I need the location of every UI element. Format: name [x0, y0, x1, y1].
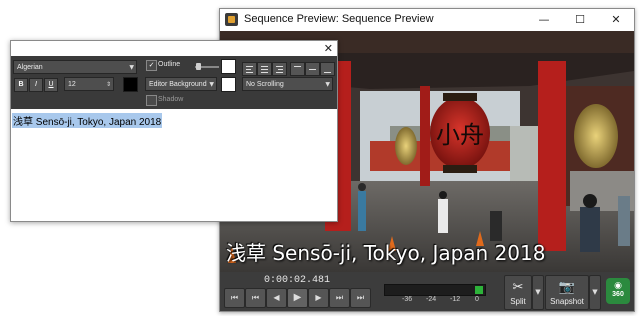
background-option: Editor Background [149, 81, 207, 88]
close-button[interactable]: ✕ [606, 11, 626, 29]
video-caption: 浅草 Sensō-ji, Tokyo, Japan 2018 [226, 241, 546, 265]
text-color-swatch[interactable] [123, 77, 138, 92]
meter-tick: -12 [450, 296, 461, 303]
globe-icon: ◉ [614, 281, 622, 291]
background-dropdown[interactable]: Editor Background ▼ [145, 77, 217, 91]
chevron-down-icon: ▼ [209, 81, 214, 88]
font-dropdown[interactable]: Algerian ▼ [13, 60, 137, 74]
valign-middle-button[interactable] [305, 62, 320, 76]
align-left-button[interactable] [242, 62, 257, 76]
text-format-toolbar: Algerian ▼ B I U 12 ⇕ ✓ Outline Editor B… [11, 56, 337, 109]
outline-width-slider[interactable] [195, 63, 219, 70]
go-to-end-button[interactable]: ⏭ [350, 288, 371, 308]
shadow-checkbox[interactable] [146, 95, 157, 106]
selected-text[interactable]: 浅草 Sensō-ji, Tokyo, Japan 2018 [12, 113, 163, 128]
360-label: 360 [612, 291, 624, 298]
meter-scale: -36 -24 -12 0 [384, 296, 484, 306]
previous-marker-button[interactable]: ⏮ [245, 288, 266, 308]
timecode: 0:00:02.481 [264, 275, 331, 286]
360-button[interactable]: ◉ 360 [606, 278, 630, 304]
text-editor-window: ✕ Algerian ▼ B I U 12 ⇕ ✓ Outline Editor… [10, 40, 338, 222]
italic-button[interactable]: I [29, 78, 43, 92]
spinner-icon: ⇕ [105, 81, 111, 88]
camera-icon: 📷 [558, 280, 576, 295]
split-label: Split [510, 297, 526, 306]
font-size-field[interactable]: 12 ⇕ [64, 77, 114, 91]
valign-top-button[interactable] [290, 62, 305, 76]
valign-bottom-button[interactable] [320, 62, 335, 76]
background-color-swatch[interactable] [221, 77, 236, 92]
split-dropdown-button[interactable]: ▼ [532, 275, 544, 310]
svg-text:小舟: 小舟 [436, 121, 484, 149]
meter-tick: -36 [402, 296, 413, 303]
meter-tick: 0 [475, 296, 479, 303]
font-name: Algerian [17, 64, 43, 71]
snapshot-dropdown-button[interactable]: ▼ [589, 275, 601, 310]
step-back-button[interactable]: ◀ [266, 288, 287, 308]
outline-label: Outline [158, 61, 181, 68]
minimize-button[interactable]: — [534, 11, 554, 29]
meter-tick: -24 [426, 296, 437, 303]
editor-close-button[interactable]: ✕ [324, 42, 333, 55]
window-title: Sequence Preview: Sequence Preview [244, 13, 434, 25]
meter-level [475, 286, 483, 294]
step-forward-button[interactable]: ▶ [308, 288, 329, 308]
slider-knob[interactable] [196, 63, 201, 70]
chevron-down-icon: ▼ [129, 64, 134, 71]
snapshot-button[interactable]: 📷 Snapshot [545, 275, 589, 310]
scrolling-option: No Scrolling [246, 81, 284, 88]
snapshot-label: Snapshot [550, 297, 584, 306]
align-center-button[interactable] [257, 62, 272, 76]
shadow-label: Shadow [158, 96, 184, 103]
maximize-button[interactable]: ☐ [570, 11, 590, 29]
bold-button[interactable]: B [14, 78, 28, 92]
font-size-value: 12 [68, 81, 76, 88]
outline-color-swatch[interactable] [221, 59, 236, 74]
split-button[interactable]: ✂ Split [504, 275, 532, 310]
outline-checkbox[interactable]: ✓ [146, 60, 157, 71]
scrolling-dropdown[interactable]: No Scrolling ▼ [242, 77, 333, 91]
editor-titlebar[interactable]: ✕ [11, 41, 337, 56]
audio-level-meter [384, 284, 486, 296]
chevron-down-icon: ▼ [325, 81, 330, 88]
preview-titlebar[interactable]: Sequence Preview: Sequence Preview — ☐ ✕ [220, 9, 634, 31]
align-right-button[interactable] [272, 62, 287, 76]
play-button[interactable]: ▶ [287, 288, 308, 308]
text-entry-area[interactable]: 浅草 Sensō-ji, Tokyo, Japan 2018 [11, 109, 337, 221]
next-marker-button[interactable]: ⏭ [329, 288, 350, 308]
transport-bar: 0:00:02.481 ⏮ ⏮ ◀ ▶ ▶ ⏭ ⏭ -36 -24 -12 0 … [220, 272, 634, 311]
go-to-start-button[interactable]: ⏮ [224, 288, 245, 308]
scissors-icon: ✂ [512, 280, 524, 295]
underline-button[interactable]: U [44, 78, 58, 92]
app-icon [225, 13, 238, 26]
